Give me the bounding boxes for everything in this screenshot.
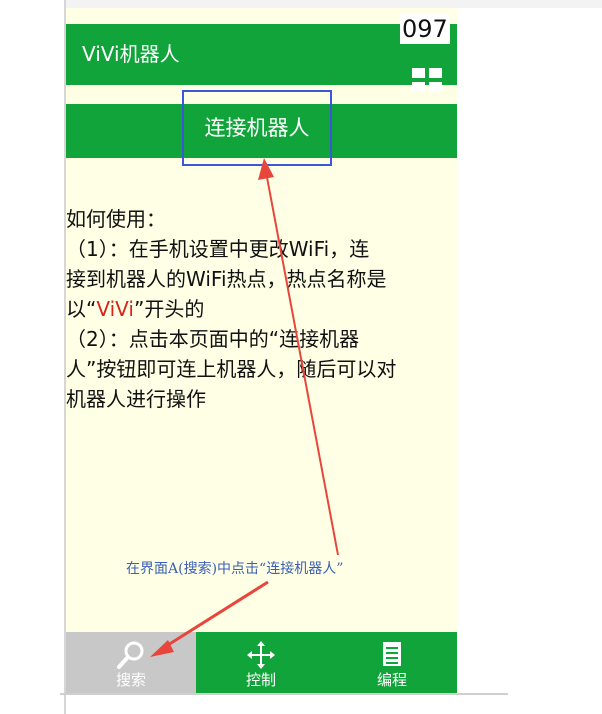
app-header: ViVi机器人 xyxy=(66,24,457,92)
top-strip xyxy=(0,0,602,8)
document-list-icon xyxy=(383,642,401,666)
instruction-line: 机器人进行操作 xyxy=(66,387,206,411)
phone-screen: ViVi机器人 097 连接机器人 如何使用： （1）：在手机设置中更改WiFi… xyxy=(66,8,457,693)
tab-program[interactable]: 编程 xyxy=(327,632,457,693)
tab-control-label: 控制 xyxy=(245,671,276,689)
usage-instructions: 如何使用： （1）：在手机设置中更改WiFi，连 接到机器人的WiFi热点，热点… xyxy=(66,204,454,414)
instruction-line: 以“ViVi”开头的 xyxy=(66,294,454,324)
app-title: ViVi机器人 xyxy=(82,42,180,66)
bottom-divider xyxy=(60,693,508,695)
tab-search[interactable]: 搜索 xyxy=(66,632,196,693)
instruction-line: （2）：点击本页面中的“连接机器 xyxy=(66,327,360,351)
grid-menu-icon[interactable] xyxy=(412,68,442,92)
instruction-line: 接到机器人的WiFi热点，热点名称是 xyxy=(66,267,387,291)
left-margin xyxy=(0,0,64,714)
connect-robot-button[interactable]: 连接机器人 xyxy=(182,90,332,166)
search-icon xyxy=(117,641,144,669)
bottom-tab-bar: 搜索 控制 编程 xyxy=(66,632,457,693)
counter-text: 097 xyxy=(400,14,450,44)
move-arrows-icon xyxy=(247,641,275,669)
tab-search-label: 搜索 xyxy=(115,671,146,689)
tab-control[interactable]: 控制 xyxy=(196,632,326,693)
instruction-line: （1）：在手机设置中更改WiFi，连 xyxy=(66,237,370,261)
instruction-suffix: ”开头的 xyxy=(133,297,205,321)
instruction-line: 人”按钮即可连上机器人，随后可以对 xyxy=(66,357,397,381)
vivi-highlight: ViVi xyxy=(96,297,134,321)
annotation-caption: 在界面A(搜索)中点击“连接机器人” xyxy=(126,561,344,577)
tab-program-label: 编程 xyxy=(376,671,407,689)
instruction-prefix: 以“ xyxy=(66,297,97,321)
instruction-heading: 如何使用： xyxy=(66,207,166,231)
